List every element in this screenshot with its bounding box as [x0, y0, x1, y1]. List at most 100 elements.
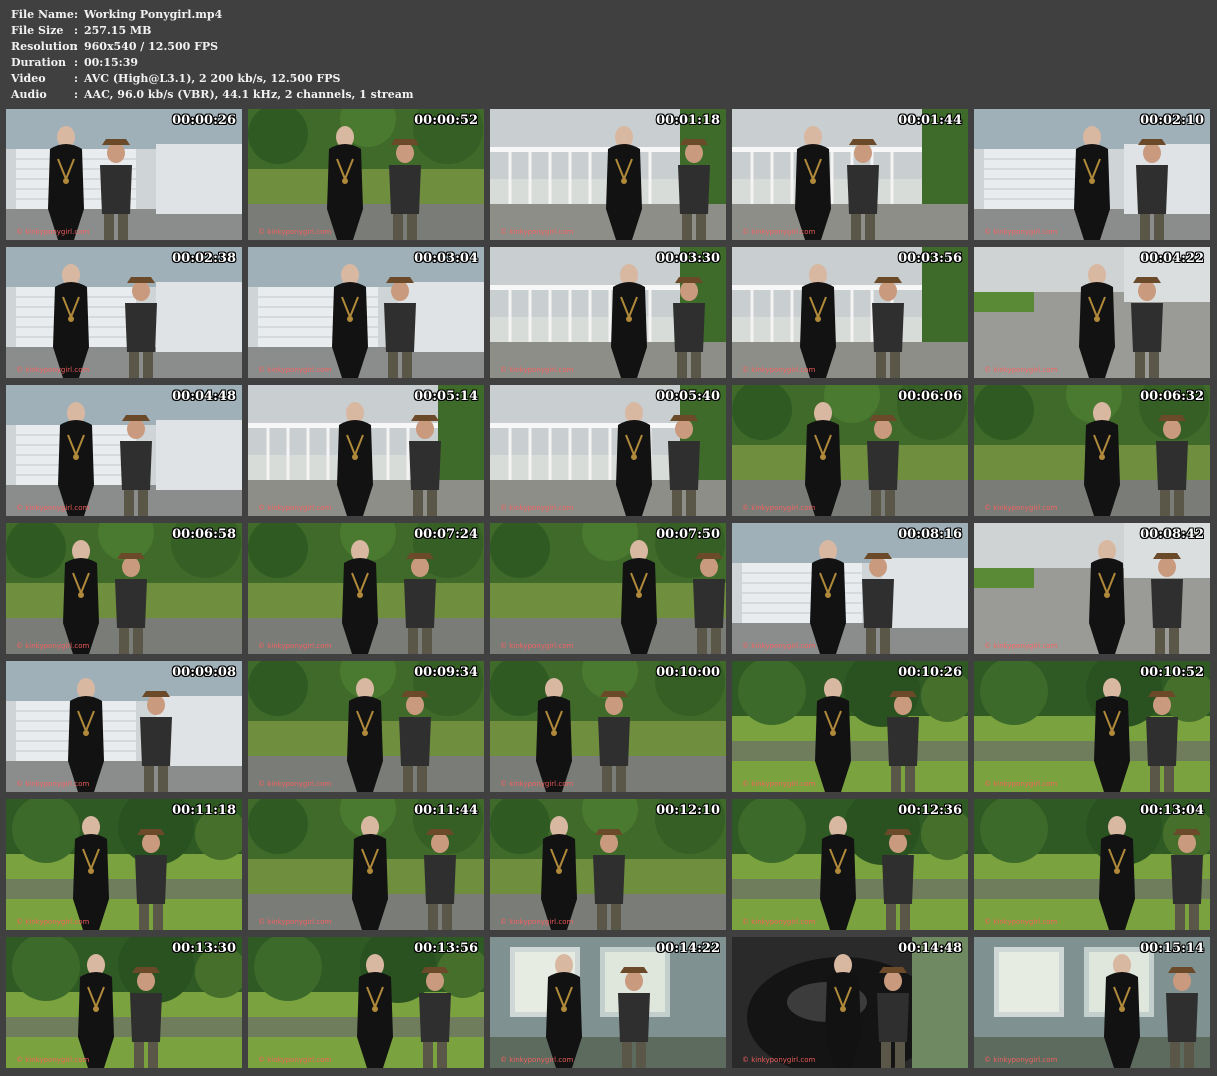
- video-thumbnail[interactable]: 00:14:48 © kinkyponygirl.com: [732, 937, 968, 1068]
- thumbnail-timestamp: 00:03:30: [656, 251, 720, 266]
- watermark-text: © kinkyponygirl.com: [258, 1056, 332, 1064]
- video-thumbnail[interactable]: 00:14:22 © kinkyponygirl.com: [490, 937, 726, 1068]
- video-thumbnail[interactable]: 00:06:32 © kinkyponygirl.com: [974, 385, 1210, 516]
- video-thumbnail[interactable]: 00:03:30 © kinkyponygirl.com: [490, 247, 726, 378]
- video-thumbnail[interactable]: 00:01:44 © kinkyponygirl.com: [732, 109, 968, 240]
- thumbnail-scene-image: [732, 109, 968, 240]
- info-separator: :: [74, 88, 79, 101]
- watermark-text: © kinkyponygirl.com: [500, 1056, 574, 1064]
- thumbnail-grid: 00:00:26 © kinkyponygirl.com 00:00:52 © ki…: [6, 109, 1212, 1070]
- thumbnail-scene-image: [6, 661, 242, 792]
- watermark-text: © kinkyponygirl.com: [742, 366, 816, 374]
- thumbnail-timestamp: 00:06:58: [172, 527, 236, 542]
- thumbnail-timestamp: 00:07:50: [656, 527, 720, 542]
- video-thumbnail[interactable]: 00:09:08 © kinkyponygirl.com: [6, 661, 242, 792]
- video-thumbnail[interactable]: 00:04:22 © kinkyponygirl.com: [974, 247, 1210, 378]
- thumbnail-timestamp: 00:10:26: [898, 665, 962, 680]
- info-value: Working Ponygirl.mp4: [84, 8, 223, 21]
- thumbnail-scene-image: [974, 247, 1210, 378]
- thumbnail-scene-image: [6, 247, 242, 378]
- thumbnail-scene-image: [6, 385, 242, 516]
- thumbnail-scene-image: [974, 385, 1210, 516]
- watermark-text: © kinkyponygirl.com: [16, 1056, 90, 1064]
- video-thumbnail[interactable]: 00:04:48 © kinkyponygirl.com: [6, 385, 242, 516]
- info-separator: :: [74, 56, 79, 69]
- video-thumbnail[interactable]: 00:11:44 © kinkyponygirl.com: [248, 799, 484, 930]
- watermark-text: © kinkyponygirl.com: [16, 918, 90, 926]
- thumbnail-timestamp: 00:02:38: [172, 251, 236, 266]
- video-thumbnail[interactable]: 00:12:10 © kinkyponygirl.com: [490, 799, 726, 930]
- thumbnail-timestamp: 00:14:22: [656, 941, 720, 956]
- watermark-text: © kinkyponygirl.com: [742, 918, 816, 926]
- thumbnail-timestamp: 00:12:36: [898, 803, 962, 818]
- video-thumbnail[interactable]: 00:10:26 © kinkyponygirl.com: [732, 661, 968, 792]
- info-key: Resolution: [11, 40, 78, 53]
- thumbnail-timestamp: 00:07:24: [414, 527, 478, 542]
- video-thumbnail[interactable]: 00:06:58 © kinkyponygirl.com: [6, 523, 242, 654]
- video-thumbnail[interactable]: 00:05:14 © kinkyponygirl.com: [248, 385, 484, 516]
- watermark-text: © kinkyponygirl.com: [742, 642, 816, 650]
- info-separator: :: [74, 24, 79, 37]
- thumbnail-scene-image: [974, 937, 1210, 1068]
- video-thumbnail[interactable]: 00:07:24 © kinkyponygirl.com: [248, 523, 484, 654]
- thumbnail-scene-image: [6, 937, 242, 1068]
- video-thumbnail[interactable]: 00:02:10 © kinkyponygirl.com: [974, 109, 1210, 240]
- video-thumbnail[interactable]: 00:12:36 © kinkyponygirl.com: [732, 799, 968, 930]
- thumbnail-timestamp: 00:04:22: [1140, 251, 1204, 266]
- thumbnail-timestamp: 00:01:18: [656, 113, 720, 128]
- video-thumbnail[interactable]: 00:09:34 © kinkyponygirl.com: [248, 661, 484, 792]
- thumbnail-timestamp: 00:12:10: [656, 803, 720, 818]
- video-thumbnail[interactable]: 00:01:18 © kinkyponygirl.com: [490, 109, 726, 240]
- thumbnail-timestamp: 00:00:52: [414, 113, 478, 128]
- watermark-text: © kinkyponygirl.com: [984, 504, 1058, 512]
- info-separator: :: [74, 8, 79, 21]
- video-thumbnail[interactable]: 00:03:04 © kinkyponygirl.com: [248, 247, 484, 378]
- watermark-text: © kinkyponygirl.com: [984, 1056, 1058, 1064]
- thumbnail-scene-image: [6, 523, 242, 654]
- video-thumbnail[interactable]: 00:15:14 © kinkyponygirl.com: [974, 937, 1210, 1068]
- video-thumbnail[interactable]: 00:03:56 © kinkyponygirl.com: [732, 247, 968, 378]
- video-thumbnail[interactable]: 00:13:04 © kinkyponygirl.com: [974, 799, 1210, 930]
- thumbnail-timestamp: 00:11:44: [414, 803, 478, 818]
- video-thumbnail[interactable]: 00:06:06 © kinkyponygirl.com: [732, 385, 968, 516]
- video-thumbnail[interactable]: 00:00:26 © kinkyponygirl.com: [6, 109, 242, 240]
- thumbnail-scene-image: [732, 937, 968, 1068]
- thumbnail-scene-image: [6, 109, 242, 240]
- thumbnail-scene-image: [490, 799, 726, 930]
- video-thumbnail[interactable]: 00:02:38 © kinkyponygirl.com: [6, 247, 242, 378]
- info-row: File Size:257.15 MB: [11, 23, 414, 39]
- video-thumbnail[interactable]: 00:13:30 © kinkyponygirl.com: [6, 937, 242, 1068]
- watermark-text: © kinkyponygirl.com: [16, 504, 90, 512]
- thumbnail-scene-image: [248, 109, 484, 240]
- watermark-text: © kinkyponygirl.com: [500, 366, 574, 374]
- video-thumbnail[interactable]: 00:07:50 © kinkyponygirl.com: [490, 523, 726, 654]
- video-thumbnail[interactable]: 00:11:18 © kinkyponygirl.com: [6, 799, 242, 930]
- thumbnail-timestamp: 00:05:14: [414, 389, 478, 404]
- video-thumbnail[interactable]: 00:13:56 © kinkyponygirl.com: [248, 937, 484, 1068]
- video-thumbnail[interactable]: 00:10:00 © kinkyponygirl.com: [490, 661, 726, 792]
- thumbnail-timestamp: 00:05:40: [656, 389, 720, 404]
- thumbnail-timestamp: 00:08:42: [1140, 527, 1204, 542]
- watermark-text: © kinkyponygirl.com: [742, 228, 816, 236]
- thumbnail-timestamp: 00:11:18: [172, 803, 236, 818]
- thumbnail-timestamp: 00:01:44: [898, 113, 962, 128]
- thumbnail-scene-image: [248, 385, 484, 516]
- info-key: Video: [11, 72, 46, 85]
- video-thumbnail[interactable]: 00:08:16 © kinkyponygirl.com: [732, 523, 968, 654]
- video-thumbnail[interactable]: 00:00:52 © kinkyponygirl.com: [248, 109, 484, 240]
- thumbnail-scene-image: [490, 523, 726, 654]
- watermark-text: © kinkyponygirl.com: [258, 366, 332, 374]
- info-key: File Name: [11, 8, 74, 21]
- thumbnail-timestamp: 00:10:52: [1140, 665, 1204, 680]
- video-thumbnail[interactable]: 00:05:40 © kinkyponygirl.com: [490, 385, 726, 516]
- watermark-text: © kinkyponygirl.com: [984, 780, 1058, 788]
- thumbnail-scene-image: [248, 523, 484, 654]
- watermark-text: © kinkyponygirl.com: [742, 1056, 816, 1064]
- thumbnail-timestamp: 00:04:48: [172, 389, 236, 404]
- video-thumbnail[interactable]: 00:10:52 © kinkyponygirl.com: [974, 661, 1210, 792]
- watermark-text: © kinkyponygirl.com: [16, 366, 90, 374]
- video-thumbnail[interactable]: 00:08:42 © kinkyponygirl.com: [974, 523, 1210, 654]
- thumbnail-timestamp: 00:10:00: [656, 665, 720, 680]
- watermark-text: © kinkyponygirl.com: [500, 228, 574, 236]
- thumbnail-timestamp: 00:14:48: [898, 941, 962, 956]
